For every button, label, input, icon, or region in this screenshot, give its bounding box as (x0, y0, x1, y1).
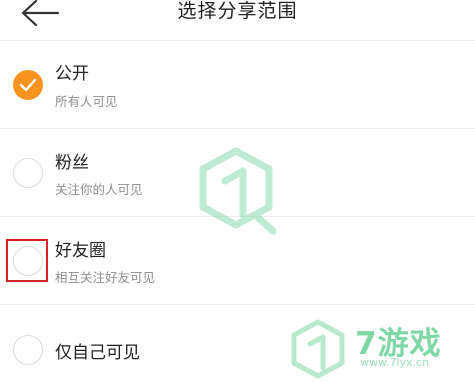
option-title: 好友圈 (55, 241, 106, 261)
top-bar: 选择分享范围 (0, 0, 475, 41)
radio-fans[interactable] (13, 158, 43, 188)
option-title: 仅自己可见 (55, 343, 140, 363)
option-subtitle: 关注你的人可见 (55, 182, 143, 197)
radio-friends-circle[interactable] (13, 246, 43, 276)
option-subtitle: 所有人可见 (55, 94, 118, 109)
option-public[interactable]: 公开 所有人可见 (0, 41, 475, 129)
radio-only-me[interactable] (13, 335, 43, 365)
hex-logo-icon (199, 147, 277, 235)
option-title: 粉丝 (55, 153, 89, 173)
radio-public[interactable] (13, 70, 43, 100)
watermark-url: www.7lyx.cn (360, 356, 430, 369)
option-subtitle: 相互关注好友可见 (55, 270, 156, 285)
option-title: 公开 (55, 64, 89, 84)
check-icon (19, 78, 37, 92)
page-title: 选择分享范围 (177, 0, 298, 22)
